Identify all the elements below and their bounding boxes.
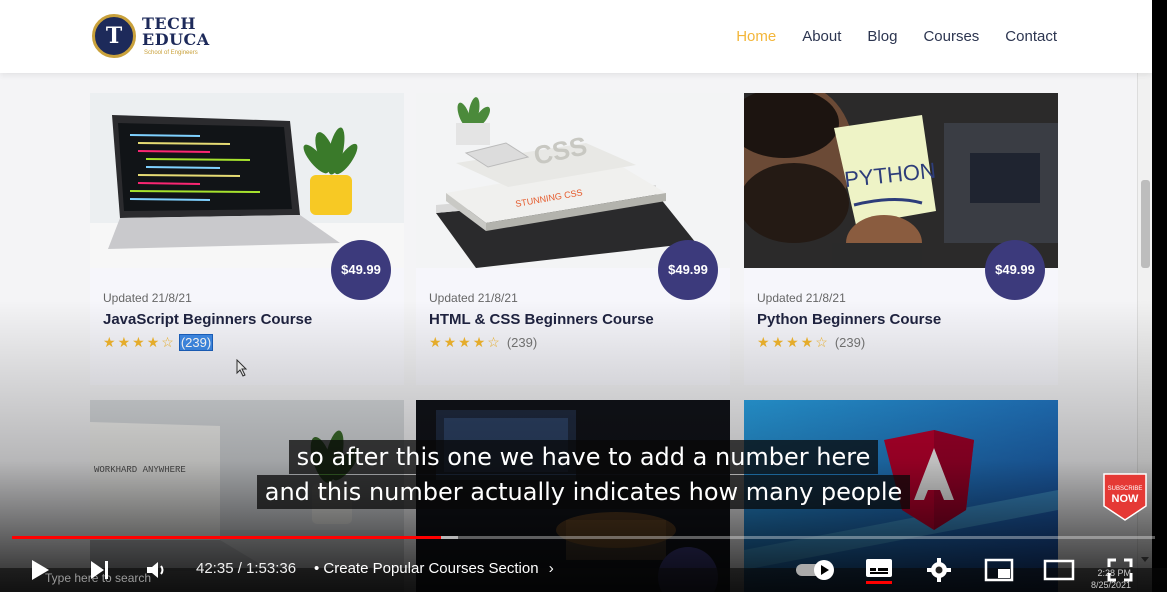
course-card-javascript[interactable]: $49.99 Updated 21/8/21 JavaScript Beginn…	[90, 93, 404, 385]
star-filled-icon: ★	[146, 334, 160, 350]
progress-played	[12, 536, 441, 539]
chapter-label: • Create Popular Courses Section	[314, 560, 539, 577]
logo-text-educa: EDUCA	[142, 30, 210, 49]
miniplayer-button[interactable]	[982, 554, 1016, 586]
course-title[interactable]: Python Beginners Course	[757, 311, 941, 328]
star-empty-icon: ☆	[487, 334, 500, 350]
subtitles: so after this one we have to add a numbe…	[0, 440, 1167, 510]
chevron-right-icon: ›	[548, 560, 554, 577]
subtitles-button[interactable]	[862, 554, 896, 586]
course-card-html-css[interactable]: STUNNING CSS CSS $49.99 Updated 21/8/21 …	[416, 93, 730, 385]
nav-blog[interactable]: Blog	[867, 28, 897, 45]
star-rating: ★ ★ ★ ★ ☆ (239)	[757, 334, 866, 350]
subscribe-big-text: NOW	[1112, 493, 1140, 505]
star-filled-icon: ★	[103, 334, 116, 350]
price-badge: $49.99	[331, 240, 391, 300]
nav-about[interactable]: About	[802, 28, 841, 45]
star-rating: ★ ★ ★ ★ ☆ (239)	[429, 334, 538, 350]
course-title[interactable]: JavaScript Beginners Course	[103, 311, 312, 328]
play-button[interactable]	[26, 554, 54, 586]
video-progress-bar[interactable]	[12, 536, 1155, 539]
theater-mode-button[interactable]	[1042, 554, 1076, 586]
star-filled-icon: ★	[757, 334, 770, 350]
star-filled-icon: ★	[132, 334, 145, 350]
star-rating: ★ ★ ★ ★ ☆ (239)	[103, 333, 214, 351]
star-filled-icon: ★	[429, 334, 442, 350]
rating-count: (239)	[834, 334, 866, 350]
updated-date: Updated 21/8/21	[757, 291, 846, 305]
logo-subtitle: School of Engineers	[144, 50, 198, 56]
chapter-title[interactable]: • Create Popular Courses Section ›	[314, 560, 554, 577]
fullscreen-icon	[1107, 558, 1133, 582]
star-filled-icon: ★	[786, 334, 799, 350]
next-button[interactable]	[86, 554, 114, 586]
price-badge: $49.99	[985, 240, 1045, 300]
updated-date: Updated 21/8/21	[429, 291, 518, 305]
scroll-thumb[interactable]	[1141, 180, 1150, 268]
player-controls: 42:35 / 1:53:36 • Create Popular Courses…	[0, 548, 1167, 592]
subtitle-line-1: so after this one we have to add a numbe…	[288, 440, 879, 474]
autoplay-toggle[interactable]	[794, 554, 838, 586]
miniplayer-icon	[984, 558, 1014, 582]
fullscreen-button[interactable]	[1104, 554, 1136, 586]
price-badge: $49.99	[658, 240, 718, 300]
star-filled-icon: ★	[458, 334, 471, 350]
main-nav: Home About Blog Courses Contact	[736, 28, 1057, 45]
theater-mode-icon	[1043, 559, 1075, 581]
autoplay-toggle-icon	[796, 560, 834, 580]
star-filled-icon: ★	[771, 334, 785, 350]
gear-icon	[927, 558, 951, 582]
subscribe-small-text: SUBSCRIBE	[1108, 486, 1143, 492]
subscribe-now-badge[interactable]: SUBSCRIBE NOW	[1100, 472, 1150, 522]
subtitle-line-2: and this number actually indicates how m…	[256, 475, 911, 509]
site-logo[interactable]: T TECH EDUCA School of Engineers	[90, 12, 220, 60]
logo-badge: T	[92, 14, 136, 58]
rating-count: (239)	[506, 334, 538, 350]
subscribe-badge-icon: SUBSCRIBE NOW	[1103, 473, 1147, 521]
updated-date: Updated 21/8/21	[103, 291, 192, 305]
volume-button[interactable]	[142, 554, 170, 586]
star-filled-icon: ★	[117, 334, 131, 350]
next-icon	[91, 561, 108, 579]
course-title[interactable]: HTML & CSS Beginners Course	[429, 311, 654, 328]
site-navbar: T TECH EDUCA School of Engineers Home Ab…	[0, 0, 1152, 73]
star-empty-icon: ☆	[815, 334, 828, 350]
play-icon	[32, 560, 49, 580]
volume-icon	[147, 562, 164, 578]
star-filled-icon: ★	[443, 334, 457, 350]
subtitles-icon	[866, 559, 892, 584]
nav-contact[interactable]: Contact	[1005, 28, 1057, 45]
star-empty-icon: ☆	[161, 334, 174, 350]
time-display: 42:35 / 1:53:36	[196, 560, 297, 577]
rating-count: (239)	[178, 333, 214, 351]
course-card-python[interactable]: PYTHON $49.99 Updated 21/8/21 Python Beg…	[744, 93, 1058, 385]
settings-button[interactable]	[922, 554, 956, 586]
star-filled-icon: ★	[472, 334, 486, 350]
nav-home[interactable]: Home	[736, 28, 776, 45]
star-filled-icon: ★	[800, 334, 814, 350]
nav-courses[interactable]: Courses	[923, 28, 979, 45]
mouse-cursor-icon	[236, 359, 248, 377]
